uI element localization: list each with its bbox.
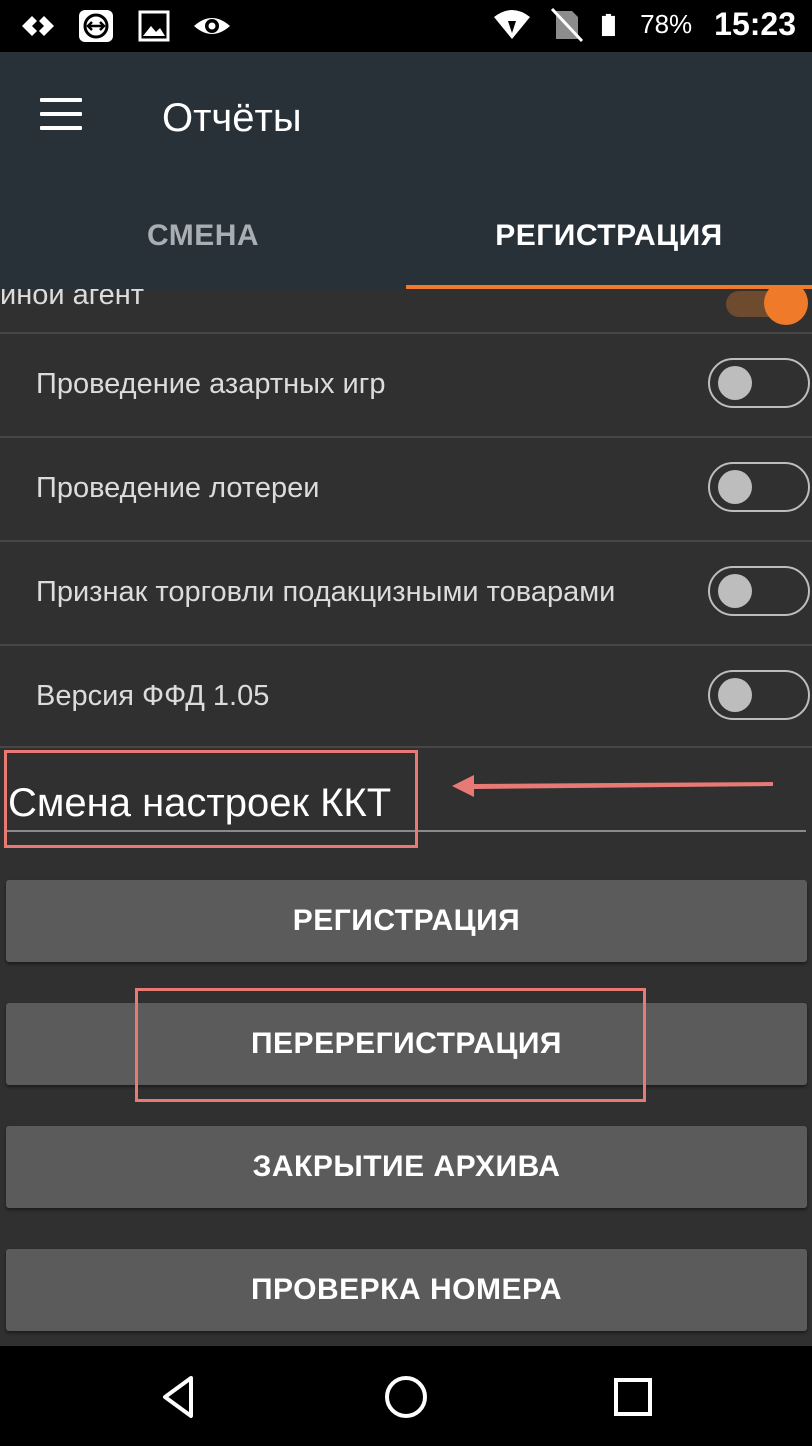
toggle-knob xyxy=(764,289,808,325)
status-bar-left-icons xyxy=(18,8,232,44)
check-number-button[interactable]: ПРОВЕРКА НОМЕРА xyxy=(6,1249,807,1331)
toggle-knob xyxy=(718,574,752,608)
tab-shift[interactable]: СМЕНА xyxy=(0,186,406,286)
tab-registration[interactable]: РЕГИСТРАЦИЯ xyxy=(406,186,812,289)
settings-row-partial: иной агент xyxy=(0,289,812,334)
toggle-knob xyxy=(718,470,752,504)
recent-apps-icon[interactable] xyxy=(608,1372,658,1422)
settings-content: иной агент Проведение азартных игр Прове… xyxy=(0,289,812,1346)
battery-icon xyxy=(602,13,616,36)
page-title: Отчёты xyxy=(162,96,302,140)
toggle-switch[interactable] xyxy=(708,670,810,720)
menu-icon[interactable] xyxy=(36,96,88,136)
toggle-switch[interactable] xyxy=(708,462,810,512)
close-archive-button-label: ЗАКРЫТИЕ АРХИВА xyxy=(252,1150,561,1183)
settings-row-excise[interactable]: Признак торговли подакцизными товарами xyxy=(0,542,812,646)
settings-row-label: Проведение лотереи xyxy=(36,472,320,504)
wifi-icon xyxy=(494,9,531,39)
toggle-switch[interactable] xyxy=(708,566,810,616)
clock: 15:23 xyxy=(714,6,796,42)
settings-row-lottery[interactable]: Проведение лотереи xyxy=(0,438,812,542)
battery-percent: 78% xyxy=(640,9,693,39)
settings-row-label: Проведение азартных игр xyxy=(36,368,386,400)
no-sim-icon xyxy=(551,7,584,42)
settings-row-label: Версия ФФД 1.05 xyxy=(36,680,270,712)
back-icon[interactable] xyxy=(155,1372,205,1422)
registration-button[interactable]: РЕГИСТРАЦИЯ xyxy=(6,880,807,962)
toggle-knob xyxy=(718,678,752,712)
image-icon xyxy=(138,10,170,42)
toggle-switch[interactable] xyxy=(708,358,810,408)
status-bar: 78% 15:23 xyxy=(0,0,812,52)
status-bar-right: 78% 15:23 xyxy=(492,6,796,43)
toggle-switch-on[interactable] xyxy=(722,289,812,329)
app-bar: Отчёты СМЕНА РЕГИСТРАЦИЯ xyxy=(0,52,812,289)
check-number-button-label: ПРОВЕРКА НОМЕРА xyxy=(250,1273,563,1306)
settings-row-label: Признак торговли подакцизными товарами xyxy=(36,576,616,608)
eye-icon xyxy=(194,18,230,34)
home-icon[interactable] xyxy=(381,1372,431,1422)
navigation-bar xyxy=(0,1346,812,1446)
settings-row-ffd[interactable]: Версия ФФД 1.05 xyxy=(0,646,812,748)
tab-registration-label: РЕГИСТРАЦИЯ xyxy=(495,219,723,252)
close-archive-button[interactable]: ЗАКРЫТИЕ АРХИВА xyxy=(6,1126,807,1208)
toggle-knob xyxy=(718,366,752,400)
tab-bar: СМЕНА РЕГИСТРАЦИЯ xyxy=(0,186,812,289)
settings-row-gambling[interactable]: Проведение азартных игр xyxy=(0,334,812,438)
settings-row-label: иной агент xyxy=(0,289,145,311)
annotation-box-section-title xyxy=(4,750,418,848)
tab-shift-label: СМЕНА xyxy=(146,219,260,252)
annotation-arrow-icon xyxy=(452,775,773,797)
annotation-box-reregistration xyxy=(135,988,646,1102)
registration-button-label: РЕГИСТРАЦИЯ xyxy=(292,904,521,937)
screen-share-icon xyxy=(79,10,113,42)
teamviewer-icon xyxy=(22,16,54,36)
